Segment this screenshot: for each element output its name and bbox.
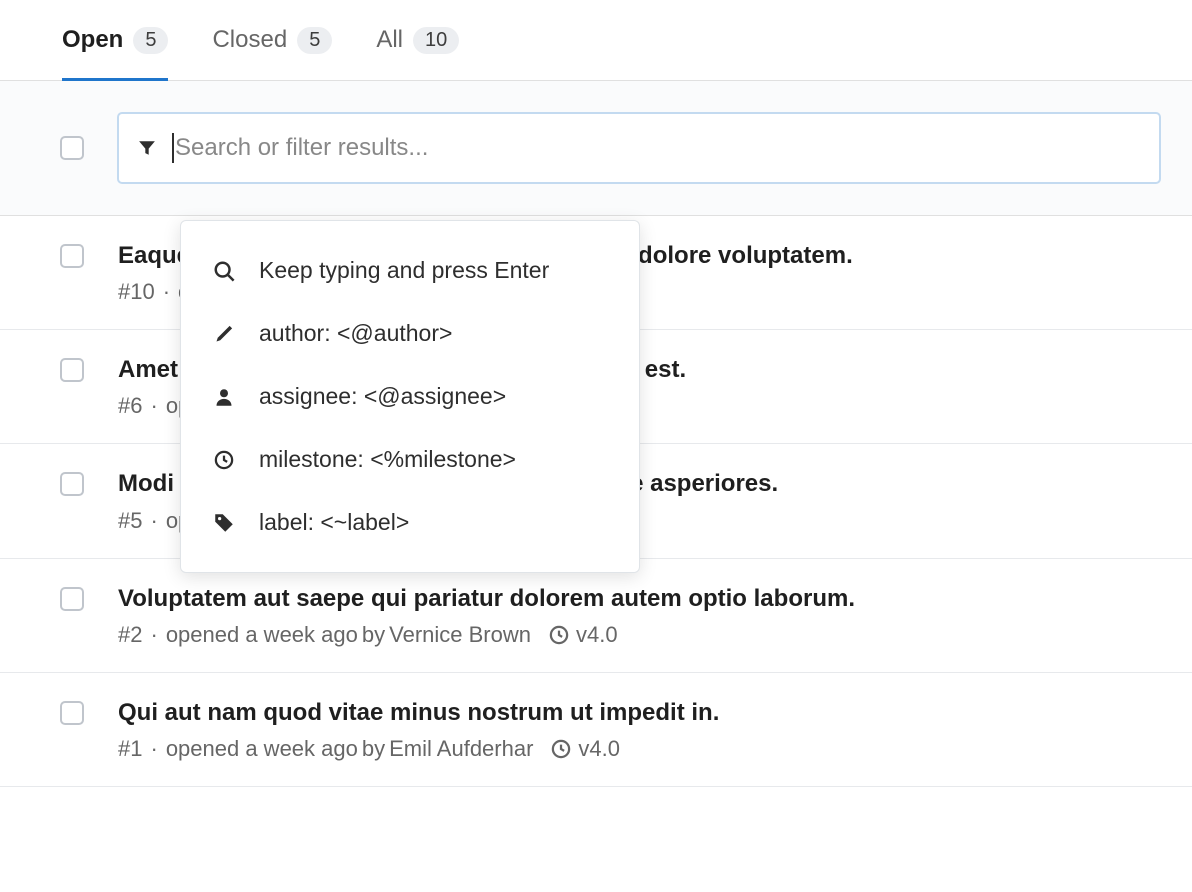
issue-state-tabs: Open 5 Closed 5 All 10 — [0, 0, 1192, 81]
issue-checkbox[interactable] — [60, 244, 84, 268]
search-input[interactable] — [118, 113, 1160, 183]
issue-item: Voluptatem aut saepe qui pariatur dolore… — [0, 559, 1192, 673]
tab-open-count: 5 — [133, 27, 168, 54]
separator: · — [150, 393, 157, 419]
dropdown-item-label-text: label: <~label> — [259, 509, 409, 536]
tab-open[interactable]: Open 5 — [40, 0, 190, 80]
issue-checkbox[interactable] — [60, 358, 84, 382]
dropdown-item-label: assignee: <@assignee> — [259, 383, 506, 410]
issue-checkbox[interactable] — [60, 472, 84, 496]
tab-closed[interactable]: Closed 5 — [190, 0, 354, 80]
issue-checkbox[interactable] — [60, 587, 84, 611]
separator: · — [150, 736, 157, 762]
issue-content: Voluptatem aut saepe qui pariatur dolore… — [118, 583, 1160, 648]
search-icon — [209, 260, 239, 282]
clock-icon — [551, 739, 571, 759]
issue-title[interactable]: Qui aut nam quod vitae minus nostrum ut … — [118, 697, 1160, 728]
dropdown-hint[interactable]: Keep typing and press Enter — [181, 239, 639, 302]
dropdown-item-milestone[interactable]: milestone: <%milestone> — [181, 428, 639, 491]
user-icon — [209, 387, 239, 407]
separator: · — [150, 508, 157, 534]
tab-open-label: Open — [62, 26, 123, 54]
issue-ref: #5 — [118, 508, 142, 534]
separator: · — [163, 279, 170, 305]
tab-all-count: 10 — [413, 27, 459, 54]
by-prefix: by — [362, 622, 385, 648]
filter-suggestions-dropdown: Keep typing and press Enter author: <@au… — [180, 220, 640, 573]
select-all-checkbox[interactable] — [60, 136, 84, 160]
issue-ref: #1 — [118, 736, 142, 762]
issue-content: Qui aut nam quod vitae minus nostrum ut … — [118, 697, 1160, 762]
by-prefix: by — [362, 736, 385, 762]
issue-item: Qui aut nam quod vitae minus nostrum ut … — [0, 673, 1192, 787]
clock-icon — [209, 450, 239, 470]
issue-meta: #2 · opened a week ago by Vernice Brown … — [118, 622, 1160, 648]
tab-all-label: All — [376, 26, 403, 54]
tab-closed-count: 5 — [297, 27, 332, 54]
tab-all[interactable]: All 10 — [354, 0, 481, 80]
dropdown-item-label[interactable]: label: <~label> — [181, 491, 639, 554]
dropdown-hint-label: Keep typing and press Enter — [259, 257, 549, 284]
issue-ref: #2 — [118, 622, 142, 648]
dropdown-item-label: author: <@author> — [259, 320, 452, 347]
tag-icon — [209, 513, 239, 533]
issue-title[interactable]: Voluptatem aut saepe qui pariatur dolore… — [118, 583, 1160, 614]
separator: · — [150, 622, 157, 648]
filter-bar — [0, 81, 1192, 216]
issue-author[interactable]: Vernice Brown — [389, 622, 531, 648]
issue-opened: opened a week ago — [166, 736, 358, 762]
search-wrap — [118, 113, 1160, 183]
issue-author[interactable]: Emil Aufderhar — [389, 736, 533, 762]
issue-ref: #10 — [118, 279, 155, 305]
dropdown-item-assignee[interactable]: assignee: <@assignee> — [181, 365, 639, 428]
text-cursor — [172, 133, 174, 163]
dropdown-item-label: milestone: <%milestone> — [259, 446, 516, 473]
dropdown-item-author[interactable]: author: <@author> — [181, 302, 639, 365]
issue-ref: #6 — [118, 393, 142, 419]
clock-icon — [549, 625, 569, 645]
issue-milestone[interactable]: v4.0 — [576, 622, 618, 648]
pencil-icon — [209, 324, 239, 344]
issue-meta: #1 · opened a week ago by Emil Aufderhar… — [118, 736, 1160, 762]
issue-checkbox[interactable] — [60, 701, 84, 725]
issue-milestone[interactable]: v4.0 — [578, 736, 620, 762]
tab-closed-label: Closed — [212, 26, 287, 54]
issue-opened: opened a week ago — [166, 622, 358, 648]
